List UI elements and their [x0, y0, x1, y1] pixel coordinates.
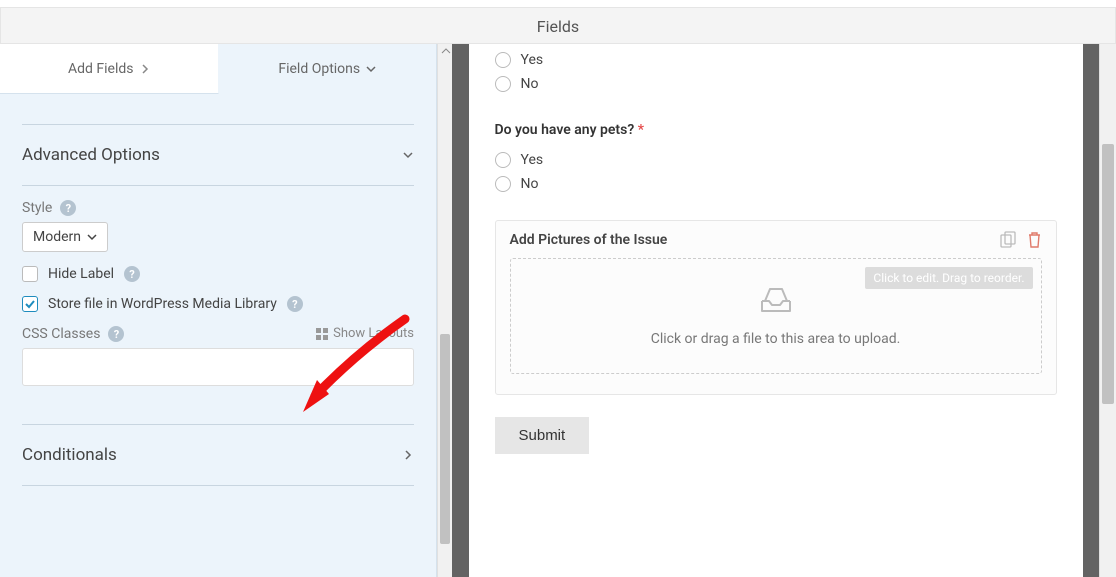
- q1-option-yes-label: Yes: [521, 52, 544, 68]
- q2-option-yes[interactable]: Yes: [495, 152, 1057, 168]
- preview-scrollbar[interactable]: [1099, 44, 1116, 577]
- q2-label: Do you have any pets? *: [495, 122, 1057, 138]
- section-advanced-options[interactable]: Advanced Options: [22, 125, 414, 185]
- chevron-down-icon: [87, 232, 97, 242]
- settings-sidebar: Add Fields Field Options Advanced Option…: [0, 44, 437, 577]
- form-preview: Yes No Do you have any pets? * Yes No Ad…: [452, 44, 1099, 577]
- scroll-up-icon[interactable]: [441, 46, 451, 56]
- css-classes-label: CSS Classes ?: [22, 326, 124, 342]
- hide-label-text: Hide Label: [48, 266, 114, 282]
- section-advanced-options-label: Advanced Options: [22, 145, 160, 165]
- store-media-checkbox[interactable]: [22, 296, 38, 312]
- tab-add-fields[interactable]: Add Fields: [0, 44, 219, 94]
- section-conditionals-label: Conditionals: [22, 445, 117, 465]
- tab-field-options[interactable]: Field Options: [219, 44, 437, 94]
- tab-add-fields-label: Add Fields: [68, 61, 134, 77]
- show-layouts-link[interactable]: Show Layouts: [316, 326, 414, 341]
- duplicate-icon[interactable]: [1000, 231, 1017, 248]
- radio-icon[interactable]: [495, 176, 511, 192]
- tab-field-options-label: Field Options: [278, 61, 360, 77]
- section-conditionals[interactable]: Conditionals: [22, 425, 414, 485]
- help-icon[interactable]: ?: [124, 266, 140, 282]
- chevron-right-icon: [402, 449, 414, 461]
- style-label: Style ?: [22, 200, 76, 216]
- upload-hint: Click or drag a file to this area to upl…: [521, 331, 1031, 347]
- upload-field-title: Add Pictures of the Issue: [510, 232, 668, 248]
- chevron-right-icon: [140, 64, 150, 74]
- sidebar-scroll-thumb[interactable]: [440, 334, 450, 544]
- radio-icon[interactable]: [495, 52, 511, 68]
- q2-option-yes-label: Yes: [521, 152, 544, 168]
- hide-label-row[interactable]: Hide Label ?: [22, 266, 414, 282]
- upload-dropzone[interactable]: Click to edit. Drag to reorder. Click or…: [510, 258, 1042, 374]
- q1-option-no-label: No: [521, 76, 539, 92]
- preview-scroll-thumb[interactable]: [1102, 144, 1114, 404]
- style-select[interactable]: Modern: [22, 222, 108, 252]
- help-icon[interactable]: ?: [287, 296, 303, 312]
- grid-icon: [316, 328, 328, 340]
- form-card: Yes No Do you have any pets? * Yes No Ad…: [469, 44, 1083, 577]
- trash-icon[interactable]: [1027, 231, 1042, 248]
- q1-option-yes[interactable]: Yes: [495, 52, 1057, 68]
- help-icon[interactable]: ?: [60, 200, 76, 216]
- q2-option-no-label: No: [521, 176, 539, 192]
- chevron-down-icon: [366, 64, 376, 74]
- q1-option-no[interactable]: No: [495, 76, 1057, 92]
- css-classes-input[interactable]: [22, 348, 414, 386]
- edit-tooltip: Click to edit. Drag to reorder.: [865, 267, 1032, 289]
- store-media-row[interactable]: Store file in WordPress Media Library ?: [22, 296, 414, 312]
- page-title: Fields: [0, 7, 1116, 44]
- store-media-text: Store file in WordPress Media Library: [48, 296, 277, 312]
- help-icon[interactable]: ?: [108, 326, 124, 342]
- chevron-down-icon: [402, 149, 414, 161]
- show-layouts-label: Show Layouts: [333, 326, 414, 341]
- submit-button[interactable]: Submit: [495, 417, 590, 454]
- upload-field[interactable]: Add Pictures of the Issue Click to edit.…: [495, 220, 1057, 395]
- sidebar-scrollbar[interactable]: [437, 44, 452, 577]
- style-select-value: Modern: [33, 229, 81, 245]
- hide-label-checkbox[interactable]: [22, 266, 38, 282]
- radio-icon[interactable]: [495, 152, 511, 168]
- q2-option-no[interactable]: No: [495, 176, 1057, 192]
- radio-icon[interactable]: [495, 76, 511, 92]
- inbox-icon: [759, 285, 793, 319]
